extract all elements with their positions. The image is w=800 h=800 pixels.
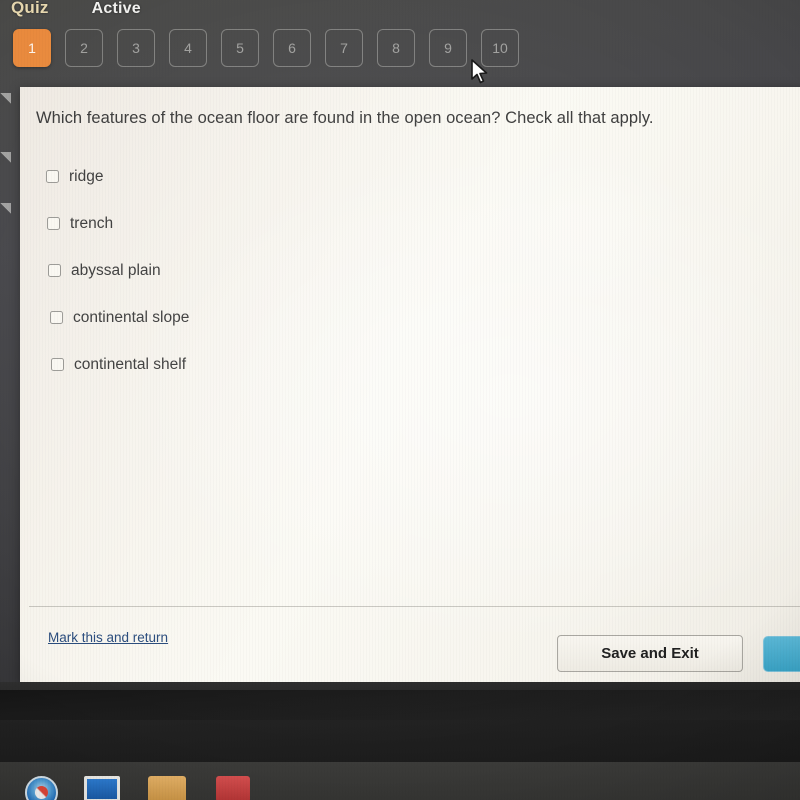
answer-option[interactable]: ridge [46,166,560,187]
bezel-shadow [0,690,800,720]
red-app-icon[interactable] [216,776,250,800]
answer-option[interactable]: continental shelf [51,354,560,375]
pager-button-1[interactable]: 1 [13,29,51,67]
checkbox-icon[interactable] [50,311,63,324]
answer-options-list[interactable]: ridge trench abyssal plain continental slop… [40,166,560,401]
edge-tick-mark [0,93,11,104]
quiz-panel: Which features of the ocean floor are fo… [20,87,800,682]
quiz-header: Quiz Active 1 2 3 4 5 6 7 8 9 10 [0,0,800,88]
quiz-header-titles: Quiz Active [11,0,141,18]
pager-button-5[interactable]: 5 [221,29,259,67]
answer-option[interactable]: trench [47,213,560,234]
answer-option-label: trench [70,214,114,232]
os-dock[interactable] [0,762,800,800]
save-and-exit-button[interactable]: Save and Exit [557,635,743,672]
checkbox-icon[interactable] [46,170,59,183]
pager-button-8[interactable]: 8 [377,29,415,67]
checkbox-icon[interactable] [51,358,64,371]
question-pager[interactable]: 1 2 3 4 5 6 7 8 9 10 [13,29,519,67]
next-button[interactable] [763,636,800,672]
mark-this-and-return-link[interactable]: Mark this and return [48,630,168,645]
footer-divider [29,606,800,607]
pager-button-10[interactable]: 10 [481,29,519,67]
pager-button-7[interactable]: 7 [325,29,363,67]
answer-option-label: continental shelf [74,355,187,373]
pager-button-6[interactable]: 6 [273,29,311,67]
checkbox-icon[interactable] [48,264,61,277]
question-text: Which features of the ocean floor are fo… [36,109,654,127]
answer-option-label: ridge [69,167,104,185]
checkbox-icon[interactable] [47,217,60,230]
answer-option-label: continental slope [73,308,190,326]
edge-tick-mark [0,203,11,214]
answer-option[interactable]: abyssal plain [48,260,560,281]
screen-photo: Quiz Active 1 2 3 4 5 6 7 8 9 10 Which features o… [0,0,800,800]
answer-option-label: abyssal plain [71,261,161,279]
pager-button-3[interactable]: 3 [117,29,155,67]
pager-button-9[interactable]: 9 [429,29,467,67]
pager-button-4[interactable]: 4 [169,29,207,67]
mail-icon[interactable] [84,776,120,800]
folder-icon[interactable] [148,776,186,800]
quiz-status-label: Active [91,0,141,17]
pager-button-2[interactable]: 2 [65,29,103,67]
edge-tick-mark [0,152,11,163]
safari-icon[interactable] [25,776,58,800]
quiz-title: Quiz [11,0,49,17]
answer-option[interactable]: continental slope [50,307,560,328]
